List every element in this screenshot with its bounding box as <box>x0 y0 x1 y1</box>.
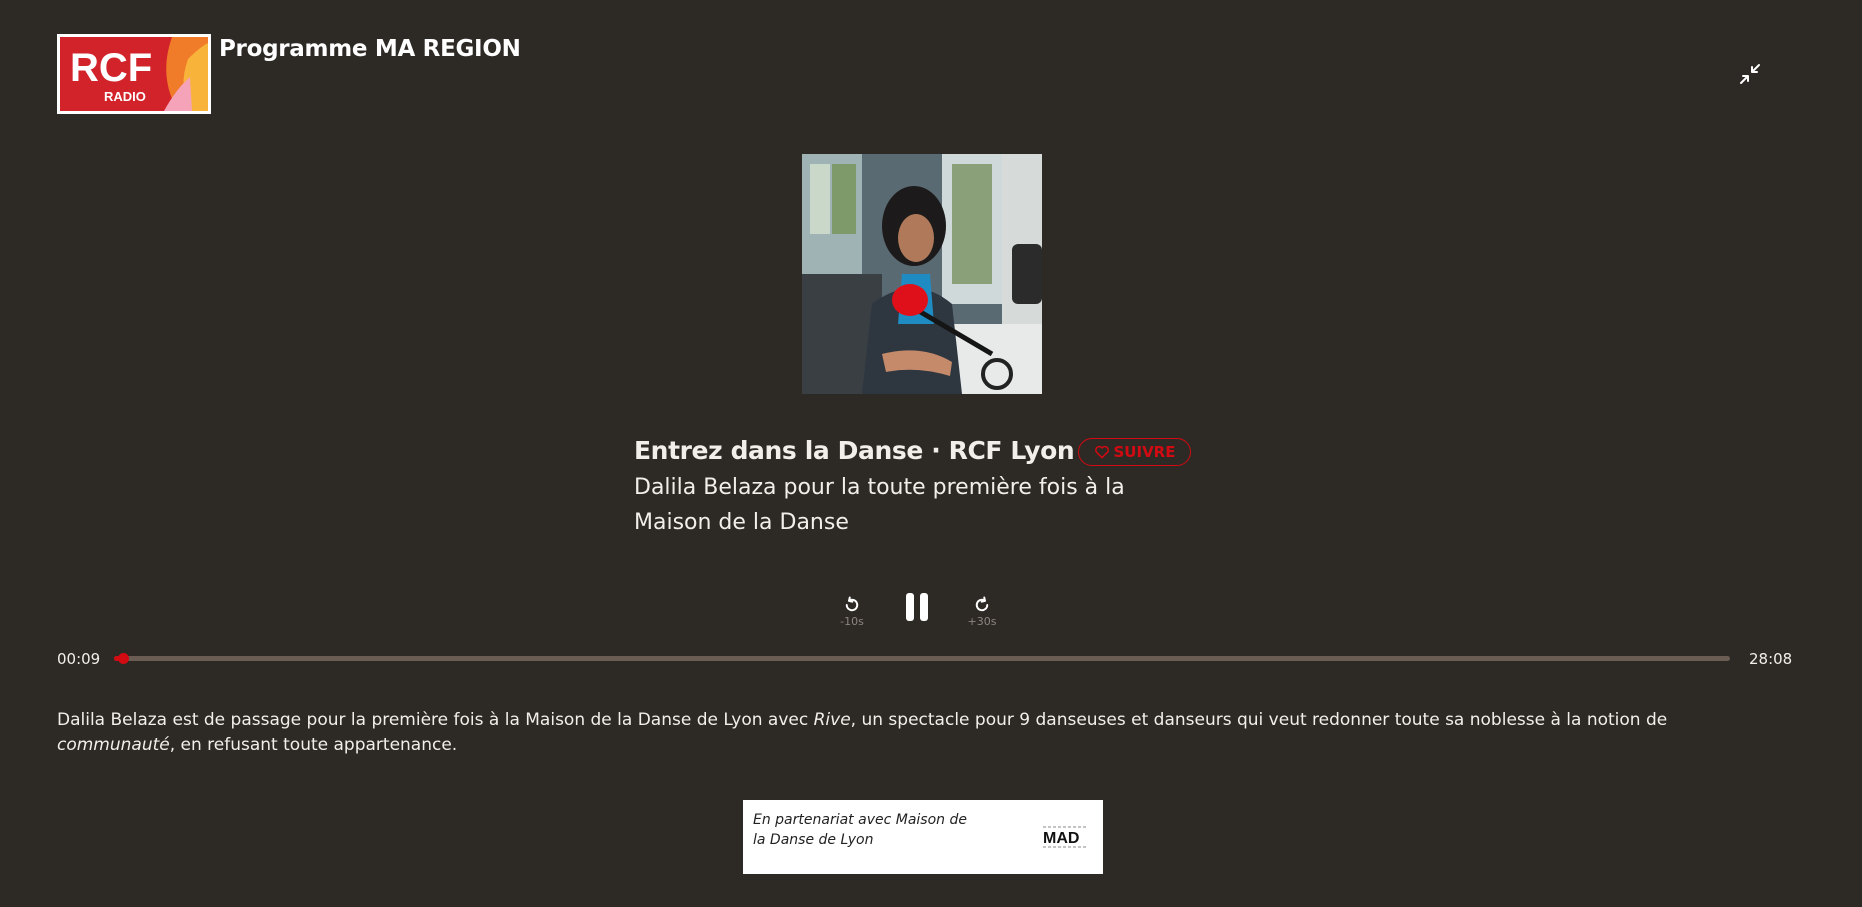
follow-button[interactable]: SUIVRE <box>1078 438 1191 466</box>
description-italic-rive: Rive <box>813 710 851 730</box>
rewind-label: -10s <box>840 615 864 628</box>
collapse-arrows-icon <box>1740 64 1760 84</box>
pause-button[interactable] <box>903 592 931 624</box>
mad-logo-text: MAD <box>1043 830 1079 847</box>
description-text-3: , en refusant toute appartenance. <box>169 735 458 755</box>
episode-description: Dalila Belaza est de passage pour la pre… <box>57 708 1737 758</box>
total-time: 28:08 <box>1749 650 1793 668</box>
episode-cover-image <box>802 154 1042 394</box>
heart-outline-icon <box>1094 445 1109 459</box>
description-text-1: Dalila Belaza est de passage pour la pre… <box>57 710 814 730</box>
logo-rcf-text: RCF <box>70 46 152 90</box>
collapse-button[interactable] <box>1738 62 1762 86</box>
rcf-radio-logo[interactable]: RCF RADIO <box>57 34 211 114</box>
logo-radio-text: RADIO <box>104 89 146 104</box>
rotate-left-icon <box>845 596 859 612</box>
rewind-10s-button[interactable]: -10s <box>836 596 868 628</box>
episode-title: Dalila Belaza pour la toute première foi… <box>634 475 1125 535</box>
follow-label: SUIVRE <box>1113 443 1176 461</box>
rotate-right-icon <box>975 596 989 612</box>
forward-30s-button[interactable]: +30s <box>966 596 998 628</box>
program-title: Programme MA REGION <box>219 36 521 62</box>
partner-banner[interactable]: En partenariat avec Maison de la Danse d… <box>743 800 1103 874</box>
progress-handle[interactable] <box>117 653 129 664</box>
description-italic-communaute: communauté <box>57 735 170 755</box>
pause-icon <box>906 593 928 621</box>
forward-label: +30s <box>967 615 997 628</box>
player-page: RCF RADIO Programme MA REGION Entrez dan… <box>0 0 1862 907</box>
current-time: 00:09 <box>57 650 101 668</box>
show-title[interactable]: Entrez dans la Danse · RCF Lyon <box>634 436 1075 465</box>
partner-text: En partenariat avec Maison de la Danse d… <box>753 812 967 848</box>
maison-de-la-danse-logo: MAD <box>1043 824 1089 852</box>
description-text-2: , un spectacle pour 9 danseuses et danse… <box>850 710 1668 730</box>
progress-bar[interactable] <box>114 653 1730 664</box>
